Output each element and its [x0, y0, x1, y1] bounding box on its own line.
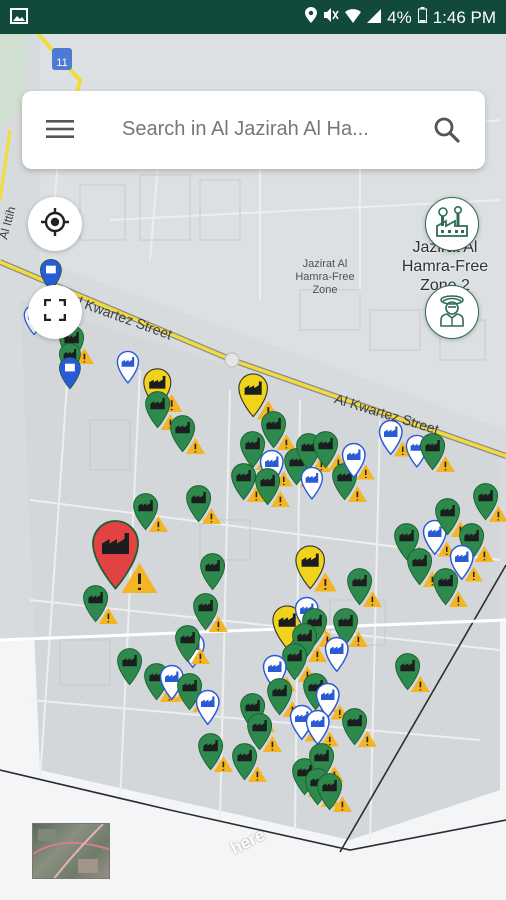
gallery-icon [10, 8, 28, 29]
factory-filter-button[interactable] [425, 197, 479, 251]
battery-percent: 4% [387, 7, 412, 27]
factory-marker[interactable] [169, 414, 214, 456]
factory-marker[interactable] [231, 742, 276, 784]
search-bar[interactable]: Search in Al Jazirah Al Ha... [22, 91, 485, 169]
search-icon[interactable] [433, 116, 461, 149]
my-location-button[interactable] [28, 197, 82, 251]
factory-marker-critical[interactable] [90, 518, 159, 594]
inspector-filter-button[interactable] [425, 285, 479, 339]
battery-icon [417, 7, 427, 28]
factory-marker[interactable] [432, 567, 477, 609]
factory-marker[interactable] [195, 689, 239, 729]
clock: 1:46 PM [432, 7, 496, 27]
search-input[interactable]: Search in Al Jazirah Al Ha... [122, 118, 414, 141]
factory-marker[interactable] [394, 652, 439, 694]
satellite-thumbnail-image [33, 824, 109, 878]
factory-marker[interactable] [419, 432, 464, 474]
wifi-icon [345, 8, 362, 28]
fullscreen-button[interactable] [28, 285, 82, 339]
fullscreen-icon [43, 298, 67, 326]
factory-marker[interactable] [316, 772, 361, 814]
factory-marker[interactable] [324, 636, 368, 676]
menu-icon[interactable] [46, 119, 74, 144]
status-bar: 4% 1:46 PM [0, 0, 506, 34]
factory-icon [434, 205, 470, 243]
inspector-icon [437, 293, 467, 332]
factory-marker[interactable] [174, 624, 219, 666]
satellite-layer-toggle[interactable] [32, 823, 110, 879]
factory-marker[interactable] [199, 552, 244, 594]
factory-marker[interactable] [58, 356, 100, 394]
signal-icon [367, 8, 382, 28]
crosshair-icon [40, 207, 70, 242]
location-icon [305, 7, 318, 28]
zone-label-small: Jazirat Al Hamra-Free Zone [295, 258, 355, 296]
factory-marker[interactable] [472, 482, 506, 524]
factory-marker[interactable] [300, 466, 342, 504]
factory-marker[interactable] [185, 484, 230, 526]
factory-marker[interactable] [294, 544, 344, 594]
mute-icon [323, 7, 339, 28]
factory-marker[interactable] [346, 567, 391, 609]
